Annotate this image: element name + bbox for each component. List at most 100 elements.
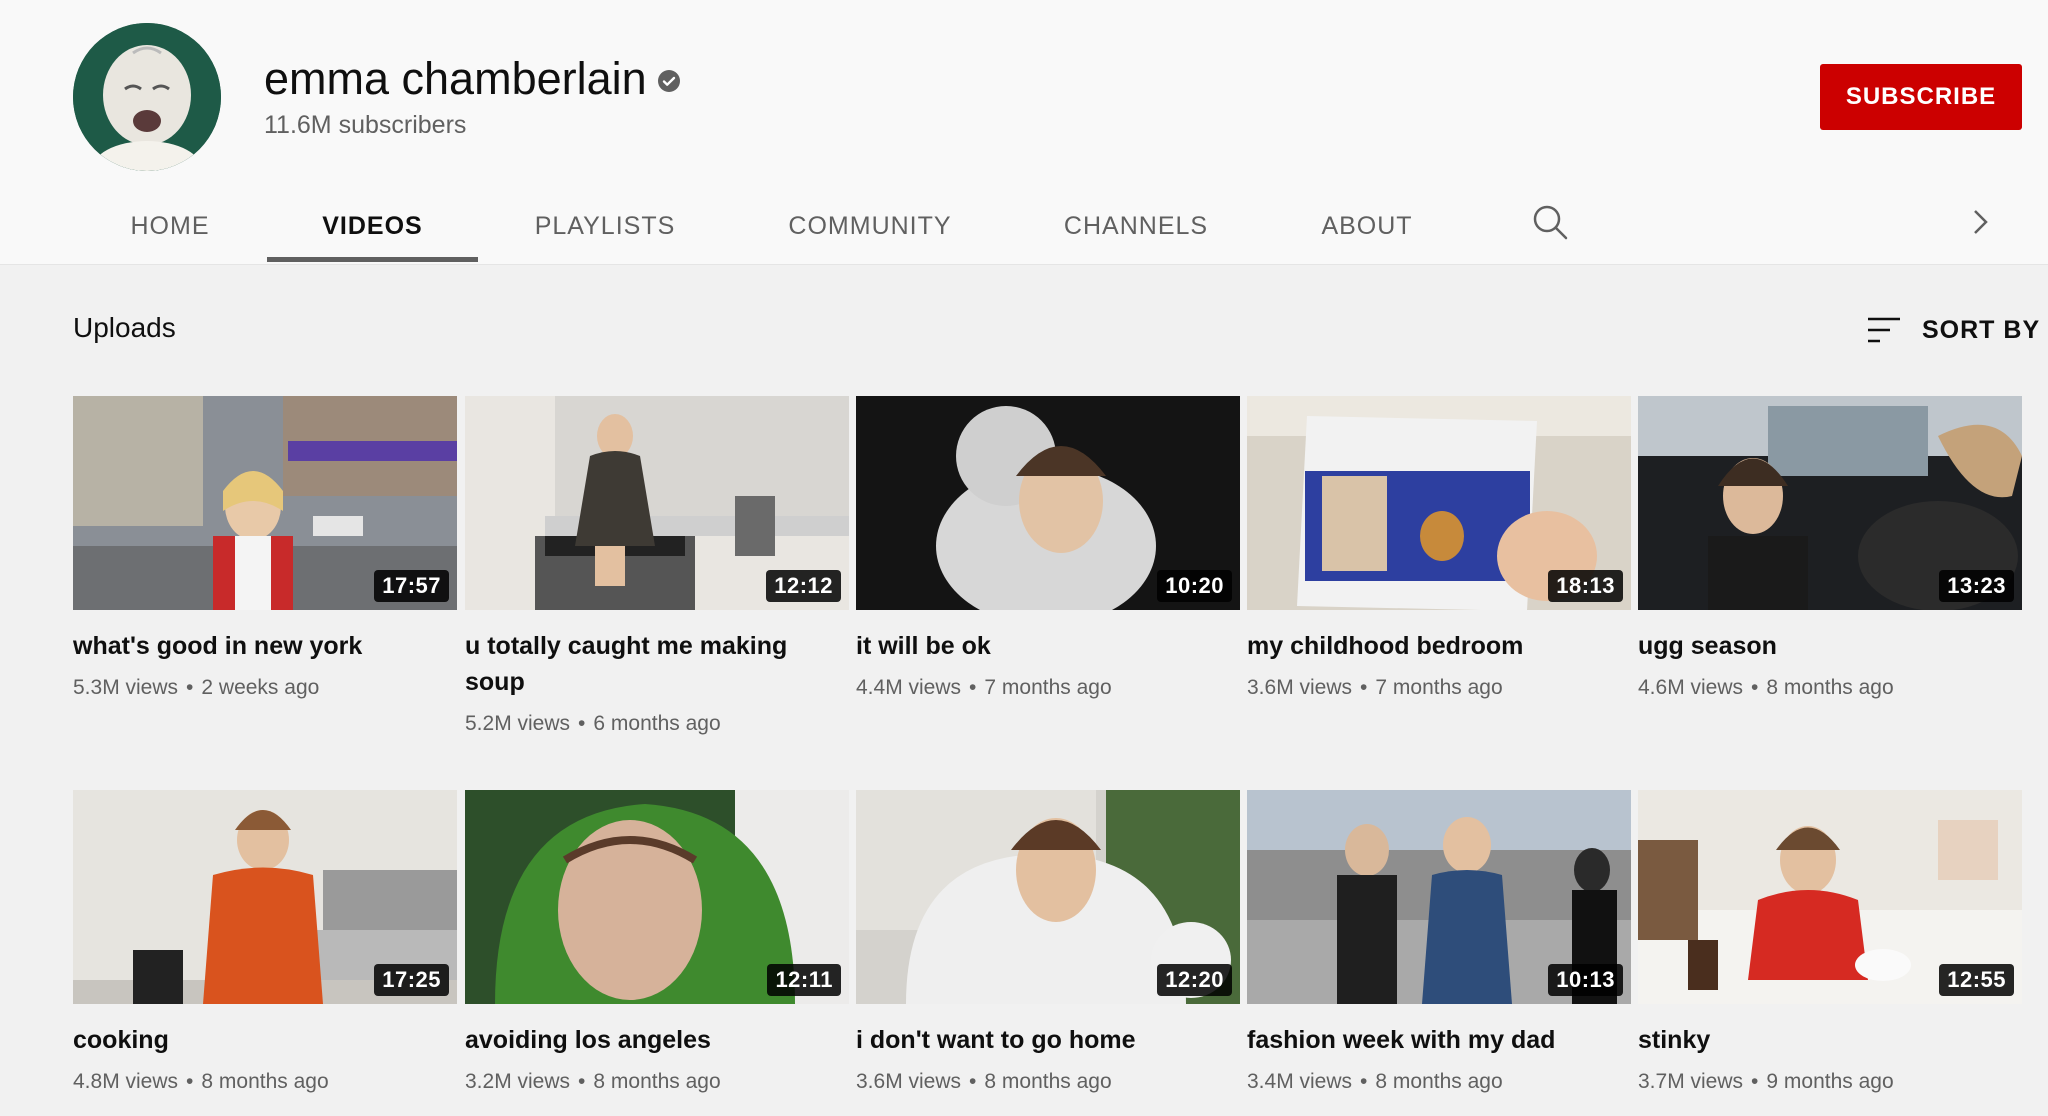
meta-separator: •	[1751, 676, 1759, 699]
video-thumbnail[interactable]: 12:55	[1638, 790, 2022, 1004]
video-views: 3.7M views	[1638, 1070, 1744, 1093]
video-thumbnail[interactable]: 13:23	[1638, 396, 2022, 610]
video-views: 3.4M views	[1247, 1070, 1353, 1093]
video-card[interactable]: 10:20 it will be ok 4.4M views • 7 months …	[856, 396, 1240, 700]
video-meta: 5.3M views • 2 weeks ago	[73, 676, 457, 700]
active-tab-indicator	[267, 257, 478, 262]
video-title[interactable]: my childhood bedroom	[1247, 628, 1631, 664]
video-card[interactable]: 18:13 my childhood bedroom 3.6M views • 7 …	[1247, 396, 1631, 700]
tab-videos[interactable]: VIDEOS	[267, 190, 478, 262]
video-card[interactable]: 17:25 cooking 4.8M views • 8 months ago	[73, 790, 457, 1094]
meta-separator: •	[578, 712, 586, 735]
video-title[interactable]: stinky	[1638, 1022, 2022, 1058]
video-card[interactable]: 12:55 stinky 3.7M views • 9 months ago	[1638, 790, 2022, 1094]
channel-avatar[interactable]	[73, 23, 221, 171]
video-meta: 3.6M views • 7 months ago	[1247, 676, 1631, 700]
avatar-image	[73, 23, 221, 171]
meta-separator: •	[969, 676, 977, 699]
video-meta: 3.2M views • 8 months ago	[465, 1070, 849, 1094]
video-duration: 13:23	[1939, 570, 2014, 602]
video-thumbnail[interactable]: 10:13	[1247, 790, 1631, 1004]
video-meta: 5.2M views • 6 months ago	[465, 712, 849, 736]
video-views: 3.6M views	[1247, 676, 1353, 699]
channel-tabs: HOME VIDEOS PLAYLISTS COMMUNITY CHANNELS…	[0, 190, 2048, 264]
meta-separator: •	[1360, 676, 1368, 699]
search-icon[interactable]	[1530, 202, 1570, 242]
video-views: 5.3M views	[73, 676, 179, 699]
video-card[interactable]: 13:23 ugg season 4.6M views • 8 months ago	[1638, 396, 2022, 700]
verified-check-icon	[658, 70, 680, 92]
video-duration: 17:25	[374, 964, 449, 996]
video-age: 9 months ago	[1766, 1070, 1894, 1093]
chevron-right-icon[interactable]	[1964, 206, 1996, 238]
uploads-title: Uploads	[73, 312, 176, 343]
video-duration: 12:55	[1939, 964, 2014, 996]
tab-about[interactable]: ABOUT	[1300, 190, 1434, 262]
video-thumbnail[interactable]: 12:12	[465, 396, 849, 610]
video-thumbnail[interactable]: 12:20	[856, 790, 1240, 1004]
video-title[interactable]: cooking	[73, 1022, 457, 1058]
sort-by-label: SORT BY	[1922, 315, 2041, 344]
video-title[interactable]: fashion week with my dad	[1247, 1022, 1631, 1058]
tab-channels[interactable]: CHANNELS	[1040, 190, 1232, 262]
video-title[interactable]: avoiding los angeles	[465, 1022, 849, 1058]
tab-home[interactable]: HOME	[100, 190, 240, 262]
meta-separator: •	[1360, 1070, 1368, 1093]
video-views: 4.6M views	[1638, 676, 1744, 699]
video-meta: 3.6M views • 8 months ago	[856, 1070, 1240, 1094]
video-duration: 12:11	[767, 964, 841, 996]
tab-community[interactable]: COMMUNITY	[770, 190, 970, 262]
video-title[interactable]: ugg season	[1638, 628, 2022, 664]
video-thumbnail[interactable]: 17:57	[73, 396, 457, 610]
videos-content: Uploads SORT BY 17:57 what's good in new…	[0, 265, 2048, 1116]
sort-by-button[interactable]: SORT BY	[1866, 312, 2040, 348]
video-title[interactable]: u totally caught me making soup	[465, 628, 849, 700]
video-views: 4.4M views	[856, 676, 962, 699]
video-age: 8 months ago	[201, 1070, 329, 1093]
channel-header: emma chamberlain 11.6M subscribers SUBSC…	[0, 0, 2048, 265]
meta-separator: •	[186, 1070, 194, 1093]
video-duration: 17:57	[374, 570, 449, 602]
video-card[interactable]: 10:13 fashion week with my dad 3.4M view…	[1247, 790, 1631, 1094]
meta-separator: •	[578, 1070, 586, 1093]
video-title[interactable]: it will be ok	[856, 628, 1240, 664]
subscribe-button[interactable]: SUBSCRIBE	[1820, 64, 2022, 130]
video-card[interactable]: 17:57 what's good in new york 5.3M views…	[73, 396, 457, 700]
video-duration: 18:13	[1548, 570, 1623, 602]
meta-separator: •	[186, 676, 194, 699]
video-meta: 3.7M views • 9 months ago	[1638, 1070, 2022, 1094]
video-title[interactable]: what's good in new york	[73, 628, 457, 664]
video-thumbnail[interactable]: 18:13	[1247, 396, 1631, 610]
video-views: 5.2M views	[465, 712, 571, 735]
subscriber-count: 11.6M subscribers	[264, 111, 467, 139]
video-views: 3.6M views	[856, 1070, 962, 1093]
video-views: 4.8M views	[73, 1070, 179, 1093]
video-age: 6 months ago	[593, 712, 721, 735]
meta-separator: •	[969, 1070, 977, 1093]
video-duration: 12:12	[766, 570, 841, 602]
video-duration: 12:20	[1157, 964, 1232, 996]
meta-separator: •	[1751, 1070, 1759, 1093]
video-duration: 10:20	[1157, 570, 1232, 602]
video-title[interactable]: i don't want to go home	[856, 1022, 1240, 1058]
video-age: 8 months ago	[1375, 1070, 1503, 1093]
video-thumbnail[interactable]: 12:11	[465, 790, 849, 1004]
video-age: 2 weeks ago	[201, 676, 320, 699]
video-meta: 4.8M views • 8 months ago	[73, 1070, 457, 1094]
video-age: 7 months ago	[984, 676, 1112, 699]
video-age: 7 months ago	[1375, 676, 1503, 699]
video-card[interactable]: 12:11 avoiding los angeles 3.2M views • 8 …	[465, 790, 849, 1094]
video-thumbnail[interactable]: 10:20	[856, 396, 1240, 610]
video-meta: 3.4M views • 8 months ago	[1247, 1070, 1631, 1094]
tab-playlists[interactable]: PLAYLISTS	[510, 190, 700, 262]
channel-name: emma chamberlain	[264, 53, 647, 104]
video-card[interactable]: 12:20 i don't want to go home 3.6M views…	[856, 790, 1240, 1094]
video-card[interactable]: 12:12 u totally caught me making soup 5.…	[465, 396, 849, 736]
video-age: 8 months ago	[593, 1070, 721, 1093]
video-views: 3.2M views	[465, 1070, 571, 1093]
video-meta: 4.4M views • 7 months ago	[856, 676, 1240, 700]
video-age: 8 months ago	[1766, 676, 1894, 699]
video-meta: 4.6M views • 8 months ago	[1638, 676, 2022, 700]
video-thumbnail[interactable]: 17:25	[73, 790, 457, 1004]
video-age: 8 months ago	[984, 1070, 1112, 1093]
